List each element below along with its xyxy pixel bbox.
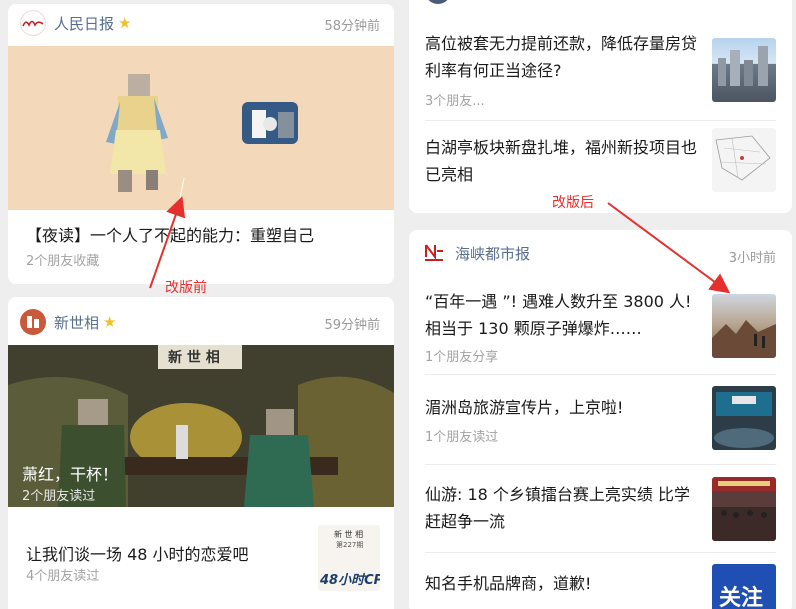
article-title[interactable]: 知名手机品牌商，道歉! — [425, 570, 705, 597]
article-thumbnail[interactable] — [712, 128, 776, 192]
article-title[interactable]: 【夜读】一个人了不起的能力：重塑自己 — [26, 222, 314, 246]
article-title[interactable]: 白湖亭板块新盘扎堆，福州新投项目也已亮相 — [425, 134, 701, 188]
hero-image[interactable] — [8, 46, 394, 210]
friend-activity: 2个朋友收藏 — [26, 254, 100, 269]
hero-caption[interactable]: 萧红，干杯！ — [22, 461, 118, 485]
friend-activity: 1个朋友分享 — [425, 350, 499, 365]
renmin-logo-mark — [22, 20, 44, 27]
article-thumbnail[interactable] — [712, 477, 776, 541]
article-thumbnail[interactable] — [712, 38, 776, 102]
xinshixiang-logo-mark — [27, 316, 39, 328]
article-thumbnail[interactable] — [712, 294, 776, 358]
hero-image[interactable]: 新 世 相 萧红，干杯！ 2个朋友读过 — [8, 345, 394, 507]
account-name[interactable]: 人民日报 — [54, 13, 114, 34]
hero-friend-activity: 2个朋友读过 — [22, 489, 96, 504]
article-title[interactable]: 高位被套无力提前还款，降低存量房贷利率有何正当途径? — [425, 30, 701, 84]
publish-time: 58分钟前 — [324, 19, 380, 34]
article-card-renmin[interactable]: 人民日报 ★ 58分钟前 【夜读】一个人了不起的能力：重塑自己 2个朋友收藏 — [8, 4, 394, 284]
divider — [425, 464, 776, 465]
account-name[interactable]: 新世相 — [54, 312, 99, 333]
annotation-before: 改版前 — [165, 280, 207, 296]
article-card-xinshixiang[interactable]: 新世相 ★ 59分钟前 新 世 相 萧红，干杯！ 2个朋友读过 让我们谈一场 4… — [8, 297, 394, 609]
publish-time: 3小时前 — [728, 251, 776, 266]
publish-time: 59分钟前 — [324, 318, 380, 333]
friend-activity: 1个朋友读过 — [425, 430, 499, 445]
article-title[interactable]: 湄洲岛旅游宣传片，上京啦! — [425, 394, 705, 421]
thumb-headline: 关注 — [719, 586, 764, 609]
thumb-headline: 48小时CP — [320, 573, 380, 588]
divider — [425, 120, 776, 121]
city-skyline-icon — [718, 46, 768, 86]
article-card-haixia[interactable]: 海峡都市报 3小时前 “百年一遇 ”! 遇难人数升至 3800 人! 相当于 1… — [409, 230, 792, 609]
haixia-logo-mark — [425, 244, 443, 261]
star-icon: ★ — [103, 313, 117, 331]
article-title[interactable]: 仙游: 18 个乡镇擂台赛上亮实绩 比学赶超争一流 — [425, 481, 705, 535]
article-title[interactable]: “百年一遇 ”! 遇难人数升至 3800 人! 相当于 130 颗原子弹爆炸…… — [425, 288, 705, 342]
divider — [425, 552, 776, 553]
friend-activity: 3个朋友... — [425, 94, 485, 109]
account-name[interactable]: 海峡都市报 — [455, 243, 530, 264]
earthquake-rubble-icon — [712, 320, 776, 358]
haixia-logo — [421, 240, 447, 266]
star-icon: ★ — [118, 14, 132, 32]
thumb-brand: 新 世 相 — [334, 530, 364, 539]
article-thumbnail[interactable] — [712, 386, 776, 450]
annotation-after: 改版后 — [552, 195, 594, 211]
xinshixiang-logo — [20, 309, 46, 335]
map-icon — [715, 135, 771, 181]
friend-activity: 4个朋友读过 — [26, 569, 100, 584]
article-card-upper-right[interactable]: 高位被套无力提前还款，降低存量房贷利率有何正当途径? 3个朋友... 白湖亭板块… — [409, 0, 792, 213]
thumb-issue: 第227期 — [336, 541, 364, 549]
account-header[interactable]: 新世相 ★ — [20, 309, 116, 335]
divider — [425, 374, 776, 375]
account-header[interactable]: 海峡都市报 — [421, 240, 530, 266]
banner-label: 新 世 相 — [168, 350, 220, 366]
tv-screen-icon — [714, 392, 774, 448]
article-title[interactable]: 让我们谈一场 48 小时的恋爱吧 — [26, 541, 249, 565]
account-avatar-partial — [425, 0, 451, 4]
account-header[interactable]: 人民日报 ★ — [20, 10, 131, 36]
meeting-hall-icon — [712, 477, 776, 541]
article-thumbnail[interactable]: 新 世 相 第227期 48小时CP — [318, 525, 380, 591]
article-thumbnail[interactable]: 关注 — [712, 564, 776, 609]
renmin-logo — [20, 10, 46, 36]
night-reading-illustration — [106, 74, 298, 199]
